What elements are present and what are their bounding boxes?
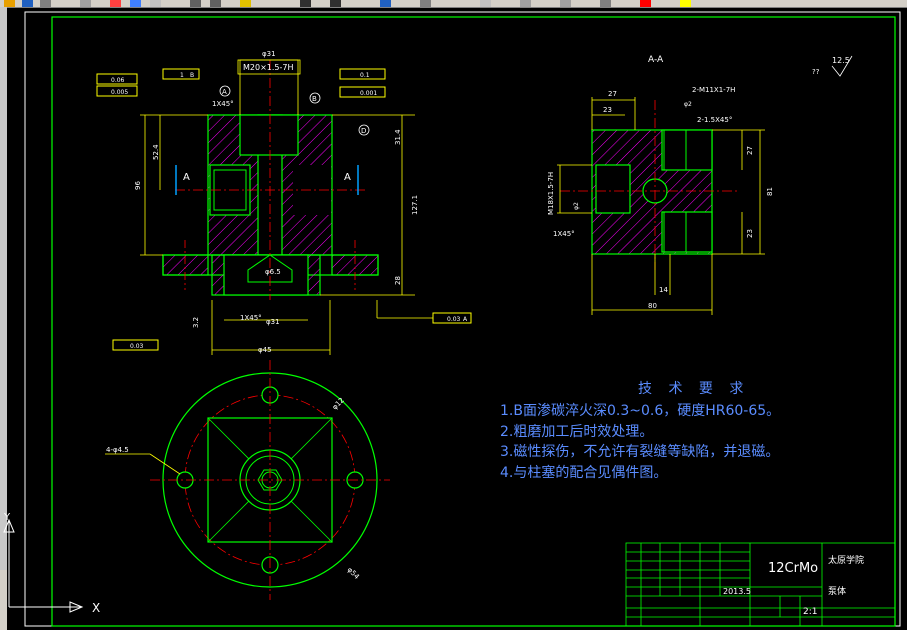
flange-left <box>162 254 209 276</box>
front-view: A A <box>162 60 379 300</box>
dim-height-total: 96 <box>134 181 142 190</box>
dim-hole-dia: φ6.5 <box>265 268 281 276</box>
sec-dim-81: 81 <box>766 187 774 196</box>
sec-dim-phi2b: φ2 <box>573 202 580 210</box>
tech-item: 1.B面渗碳淬火深0.3~0.6，硬度HR60-65。 <box>500 403 781 419</box>
section-label-left: A <box>183 172 190 183</box>
sec-dim-80: 80 <box>648 302 657 310</box>
datum-d-label: D <box>361 127 366 135</box>
dim-pcd: φ12 <box>331 396 346 411</box>
section-top-port <box>661 129 713 171</box>
dim-side: 28 <box>394 276 402 285</box>
dim-height-right: 31.4 <box>394 129 402 145</box>
dim-ref: 3.2 <box>192 317 200 328</box>
dim-bottom-dia: φ31 <box>266 318 280 326</box>
section-bottom-port <box>661 211 713 253</box>
title-block-text: 12CrMo 太原学院 泵体 2:1 2013.5 <box>723 554 864 617</box>
tol-pos-datum: A <box>463 316 468 323</box>
tol-datum: 1 <box>180 72 184 79</box>
section-label-right: A <box>344 172 351 183</box>
tech-requirements: 技 术 要 求 1.B面渗碳淬火深0.3~0.6，硬度HR60-65。 2.粗磨… <box>500 378 780 483</box>
title-school: 太原学院 <box>828 554 864 566</box>
sec-dim-23: 23 <box>603 106 612 114</box>
dim-flange-dia: φ45 <box>258 346 272 354</box>
ucs-y-label: Y <box>3 512 11 523</box>
dim-outer: φ54 <box>346 566 362 582</box>
section-title: A-A <box>648 55 664 65</box>
sec-dim-phi2: φ2 <box>684 101 692 108</box>
title-material: 12CrMo <box>768 561 818 576</box>
tol-datum-b: B <box>190 72 194 79</box>
title-scale: 2:1 <box>803 607 817 617</box>
dim-chamfer-top: 1X45° <box>212 100 234 108</box>
sec-dim-27b: 27 <box>746 146 754 155</box>
dim-top-width: φ31 <box>262 50 276 58</box>
roughness-symbol: 12.5 ?? <box>812 55 853 77</box>
tol-circ1: 0.1 <box>360 72 370 79</box>
tol-circ2: 0.001 <box>360 90 377 97</box>
sec-dim-14: 14 <box>659 286 668 294</box>
dim-height-right-total: 127.1 <box>411 195 419 215</box>
title-date: 2013.5 <box>723 587 751 596</box>
tol-perp: 0.06 <box>111 77 125 84</box>
tech-item: 3.磁性探伤，不允许有裂缝等缺陷，并退磁。 <box>500 444 780 460</box>
sec-dim-chamfer: 2-1.5X45° <box>697 116 732 124</box>
drawing-canvas[interactable]: A A φ31 M20×1.5-7H 1X45° 96 52.4 31.4 12… <box>0 0 907 630</box>
dim-thread: M20×1.5-7H <box>243 63 294 72</box>
title-drawing-name: 泵体 <box>828 585 846 597</box>
sec-dim-m18: M18X1.5-7H <box>547 172 555 215</box>
ucs-x-label: X <box>92 601 100 615</box>
sec-dim-chamfer2: 1X45° <box>553 230 575 238</box>
dim-height-upper: 52.4 <box>152 144 160 160</box>
tol-para: 0.005 <box>111 89 128 96</box>
tol-pos: 0.03 <box>447 316 461 323</box>
datum-b-label: B <box>312 95 317 103</box>
top-counterbore <box>239 114 299 156</box>
sec-dim-23b: 23 <box>746 229 754 238</box>
roughness-note: ?? <box>812 68 820 76</box>
datum-a-label: A <box>222 88 227 96</box>
tol-flat: 0.03 <box>130 343 144 350</box>
sec-dim-thread: 2-M11X1-7H <box>692 86 735 94</box>
tech-item: 4.与柱塞的配合见偶件图。 <box>500 464 668 481</box>
dim-bolt-holes: 4-φ4.5 <box>106 446 129 454</box>
tech-item: 2.粗磨加工后时效处理。 <box>500 423 654 440</box>
top-view: 4-φ4.5 φ12 φ54 <box>105 360 390 600</box>
tech-title: 技 术 要 求 <box>638 381 750 397</box>
sec-dim-27: 27 <box>608 90 617 98</box>
dim-chamfer-bottom: 1X45° <box>240 314 262 322</box>
roughness-value: 12.5 <box>832 56 850 65</box>
section-left-port <box>595 164 631 214</box>
